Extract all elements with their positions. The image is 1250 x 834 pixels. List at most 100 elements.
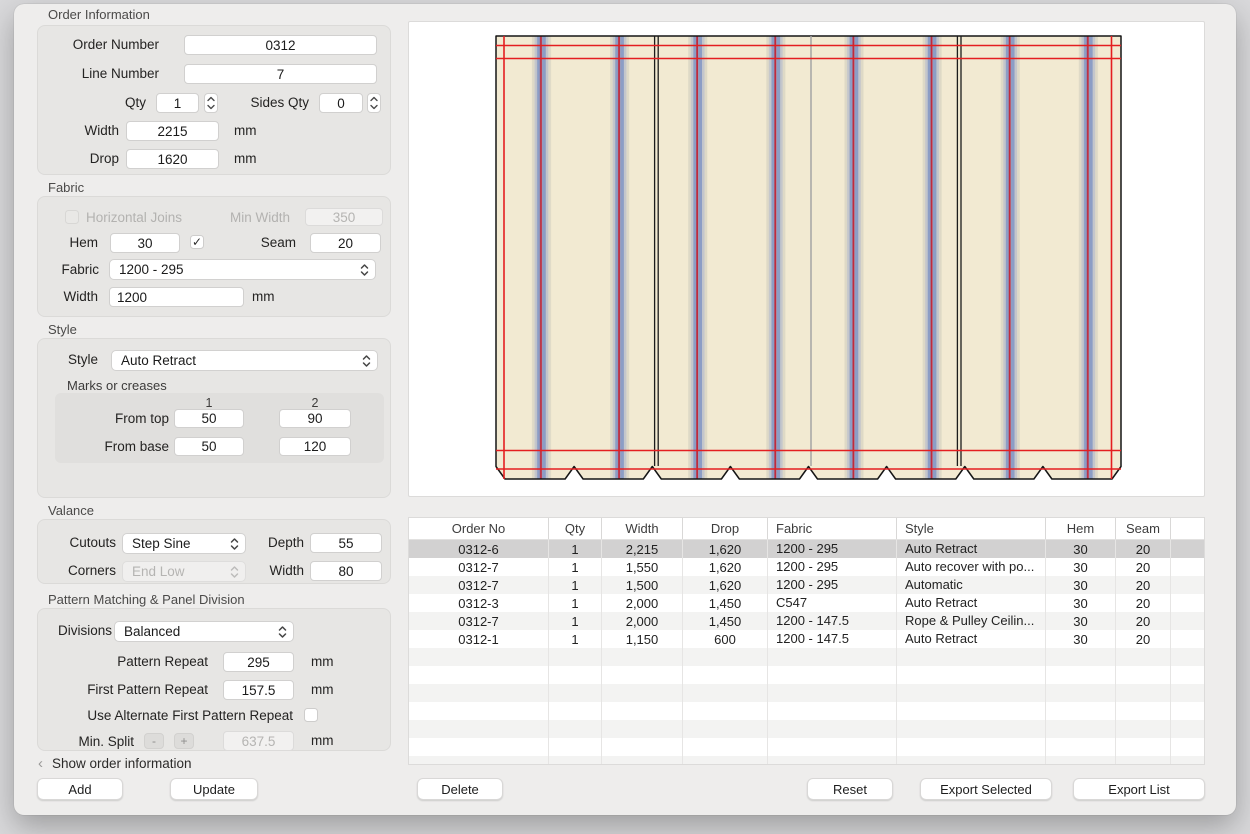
blind-preview-drawing (409, 22, 1204, 496)
from-base-2-field[interactable] (279, 437, 351, 456)
table-cell (602, 738, 683, 756)
table-cell: 20 (1116, 540, 1171, 558)
table-cell: 30 (1046, 630, 1116, 648)
table-cell: 30 (1046, 540, 1116, 558)
from-base-1-field[interactable] (174, 437, 244, 456)
table-cell (897, 648, 1046, 666)
pattern-repeat-label: Pattern Repeat (48, 654, 208, 669)
table-cell (1171, 540, 1204, 558)
table-cell (409, 684, 549, 702)
delete-button[interactable]: Delete (417, 778, 503, 800)
table-cell (409, 738, 549, 756)
hem-checkbox-checked[interactable]: ✓ (190, 235, 204, 249)
add-button[interactable]: Add (37, 778, 123, 800)
table-row[interactable]: 0312-111,1506001200 - 147.5Auto Retract3… (409, 630, 1204, 648)
min-split-decrease-button[interactable]: - (144, 733, 164, 749)
table-cell (1116, 684, 1171, 702)
table-cell: 1,500 (602, 576, 683, 594)
table-cell (1171, 756, 1204, 765)
export-selected-button[interactable]: Export Selected (920, 778, 1052, 800)
updown-chevron-icon (277, 625, 288, 639)
table-cell: 0312-7 (409, 558, 549, 576)
table-cell (768, 648, 897, 666)
sides-qty-field[interactable] (319, 93, 363, 113)
column-header-hem[interactable]: Hem (1046, 518, 1116, 539)
table-cell (897, 684, 1046, 702)
order-drop-field[interactable] (126, 149, 219, 169)
column-header-drop[interactable]: Drop (683, 518, 768, 539)
export-list-button[interactable]: Export List (1073, 778, 1205, 800)
from-top-1-field[interactable] (174, 409, 244, 428)
order-table-body: 0312-612,2151,6201200 - 295Auto Retract3… (409, 540, 1204, 765)
use-alternate-checkbox[interactable] (304, 708, 318, 722)
table-cell (768, 720, 897, 738)
line-number-field[interactable] (184, 64, 377, 84)
update-button[interactable]: Update (170, 778, 258, 800)
from-top-2-field[interactable] (279, 409, 351, 428)
table-cell (602, 684, 683, 702)
style-select[interactable]: Auto Retract (111, 350, 378, 371)
table-cell (409, 756, 549, 765)
table-row-empty[interactable] (409, 648, 1204, 666)
fabric-select-value: 1200 - 295 (119, 262, 184, 277)
style-select-value: Auto Retract (121, 353, 196, 368)
table-cell (602, 666, 683, 684)
fabric-select[interactable]: 1200 - 295 (109, 259, 376, 280)
fabric-width-field[interactable] (109, 287, 244, 307)
updown-chevron-icon (361, 354, 372, 368)
column-header-order-no[interactable]: Order No (409, 518, 549, 539)
pattern-repeat-field[interactable] (223, 652, 294, 672)
table-cell (602, 720, 683, 738)
reset-button[interactable]: Reset (807, 778, 893, 800)
table-row[interactable]: 0312-711,5001,6201200 - 295Automatic3020 (409, 576, 1204, 594)
hem-field[interactable] (110, 233, 180, 253)
qty-field[interactable] (156, 93, 199, 113)
min-split-increase-button[interactable]: + (174, 733, 194, 749)
table-row[interactable]: 0312-612,2151,6201200 - 295Auto Retract3… (409, 540, 1204, 558)
cutouts-select[interactable]: Step Sine (122, 533, 246, 554)
column-header-style[interactable]: Style (897, 518, 1046, 539)
table-row[interactable]: 0312-712,0001,4501200 - 147.5Rope & Pull… (409, 612, 1204, 630)
table-row[interactable]: 0312-312,0001,450C547Auto Retract3020 (409, 594, 1204, 612)
column-header-fabric[interactable]: Fabric (768, 518, 897, 539)
valance-width-field[interactable] (310, 561, 382, 581)
qty-stepper[interactable] (204, 93, 218, 113)
table-cell (409, 666, 549, 684)
table-cell: 1200 - 295 (768, 576, 897, 594)
style-label: Style (48, 352, 98, 367)
first-pattern-repeat-field[interactable] (223, 680, 294, 700)
table-row-empty[interactable] (409, 702, 1204, 720)
table-cell: 1,620 (683, 540, 768, 558)
order-information-section: Order Number Line Number Qty Sides Qty W… (37, 25, 391, 175)
seam-field[interactable] (310, 233, 381, 253)
horizontal-joins-checkbox[interactable] (65, 210, 79, 224)
marks-column-1-header: 1 (174, 396, 244, 410)
column-header-seam[interactable]: Seam (1116, 518, 1171, 539)
use-alternate-first-pattern-repeat-label: Use Alternate First Pattern Repeat (48, 708, 293, 723)
table-cell: 1200 - 295 (768, 558, 897, 576)
table-row-empty[interactable] (409, 738, 1204, 756)
show-order-information-link[interactable]: ‹ Show order information (38, 756, 192, 771)
order-width-field[interactable] (126, 121, 219, 141)
table-cell (683, 720, 768, 738)
table-cell (1116, 666, 1171, 684)
column-header-qty[interactable]: Qty (549, 518, 602, 539)
updown-chevron-icon (229, 537, 240, 551)
table-cell (897, 666, 1046, 684)
fabric-section-label: Fabric (48, 180, 84, 195)
order-number-label: Order Number (48, 37, 159, 52)
sides-qty-stepper[interactable] (367, 93, 381, 113)
table-row[interactable]: 0312-711,5501,6201200 - 295Auto recover … (409, 558, 1204, 576)
table-row-empty[interactable] (409, 666, 1204, 684)
divisions-select[interactable]: Balanced (114, 621, 294, 642)
table-cell: 600 (683, 630, 768, 648)
table-row-empty[interactable] (409, 720, 1204, 738)
table-row-empty[interactable] (409, 684, 1204, 702)
table-cell (1046, 702, 1116, 720)
table-row-empty[interactable] (409, 756, 1204, 765)
table-cell (897, 720, 1046, 738)
depth-field[interactable] (310, 533, 382, 553)
column-header-width[interactable]: Width (602, 518, 683, 539)
order-number-field[interactable] (184, 35, 377, 55)
table-cell: 1,450 (683, 594, 768, 612)
